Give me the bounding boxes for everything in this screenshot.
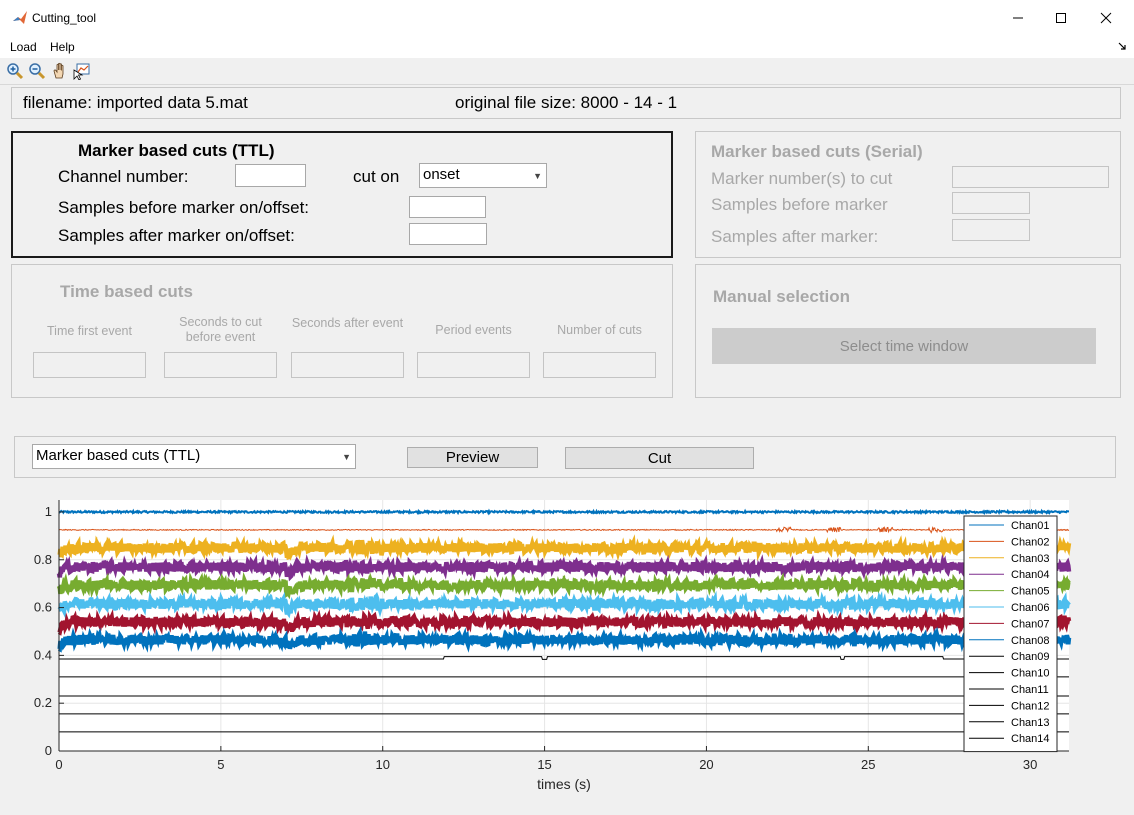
period-events-label: Period events xyxy=(435,323,512,337)
toolbar xyxy=(0,58,1134,85)
serial-samples-before-input[interactable] xyxy=(952,192,1030,214)
y-tick-label: 0.6 xyxy=(34,600,52,615)
samples-after-label: Samples after marker on/offset: xyxy=(58,226,295,245)
legend-entry: Chan07 xyxy=(1011,618,1050,630)
marker-numbers-input[interactable] xyxy=(952,166,1109,188)
dock-arrow-icon[interactable] xyxy=(1118,42,1126,50)
menu-load[interactable]: Load xyxy=(10,40,37,54)
samples-before-input[interactable] xyxy=(409,196,486,218)
cut-on-value: onset xyxy=(423,166,460,183)
x-tick-label: 0 xyxy=(55,757,62,772)
period-events-input[interactable] xyxy=(417,352,530,378)
seconds-before-input[interactable] xyxy=(164,352,277,378)
channel-number-label: Channel number: xyxy=(58,167,189,186)
legend-entry: Chan11 xyxy=(1011,684,1049,696)
marker-numbers-label: Marker number(s) to cut xyxy=(711,169,893,188)
serial-panel-title: Marker based cuts (Serial) xyxy=(711,142,923,161)
time-first-event-label: Time first event xyxy=(47,324,132,338)
x-tick-label: 20 xyxy=(699,757,713,772)
y-tick-label: 0.4 xyxy=(34,647,52,662)
y-tick-label: 1 xyxy=(45,504,52,519)
cut-on-select[interactable]: onset ▼ xyxy=(419,163,547,188)
maximize-icon xyxy=(1056,13,1066,23)
x-tick-label: 5 xyxy=(217,757,224,772)
y-tick-label: 0.2 xyxy=(34,695,52,710)
cut-method-value: Marker based cuts (TTL) xyxy=(36,447,201,464)
number-of-cuts-label: Number of cuts xyxy=(557,323,642,337)
close-button[interactable] xyxy=(1083,0,1129,36)
data-cursor-icon[interactable] xyxy=(73,62,91,80)
chevron-down-icon: ▼ xyxy=(342,451,351,462)
number-of-cuts-input[interactable] xyxy=(543,352,656,378)
samples-before-label: Samples before marker on/offset: xyxy=(58,198,310,217)
legend: Chan01 Chan02 Chan03 Chan04 Chan05 Chan06 Chan… xyxy=(963,515,1058,753)
window-title: Cutting_tool xyxy=(32,11,97,25)
maximize-button[interactable] xyxy=(1038,0,1084,36)
cut-on-label: cut on xyxy=(353,167,400,186)
preview-button[interactable]: Preview xyxy=(407,447,538,468)
legend-entry: Chan02 xyxy=(1011,536,1050,548)
serial-samples-before-label: Samples before marker xyxy=(711,195,888,214)
minimize-icon xyxy=(1013,17,1023,19)
menu-bar xyxy=(0,36,1134,58)
pan-hand-icon[interactable] xyxy=(51,62,69,80)
y-tick-label: 0.8 xyxy=(34,552,52,567)
minimize-button[interactable] xyxy=(995,0,1041,36)
serial-samples-after-label: Samples after marker: xyxy=(711,227,879,246)
manual-panel-title: Manual selection xyxy=(713,287,850,306)
time-panel-title: Time based cuts xyxy=(60,282,193,301)
zoom-out-icon[interactable] xyxy=(28,62,46,80)
x-axis-label: times (s) xyxy=(537,776,591,792)
signal-plot[interactable]: 0 5 10 15 20 25 3000.20.40.60.81 Chan01Chan02C… xyxy=(0,490,1134,810)
filesize-label: original file size: 8000 - 14 - 1 xyxy=(455,93,678,112)
legend-entry: Chan03 xyxy=(1011,553,1050,565)
cut-button[interactable]: Cut xyxy=(565,447,754,469)
matlab-logo-icon xyxy=(13,11,27,24)
title-bar xyxy=(0,0,1134,36)
x-tick-label: 15 xyxy=(537,757,551,772)
legend-entry: Chan06 xyxy=(1011,602,1050,614)
legend-entry: Chan12 xyxy=(1011,700,1050,712)
menu-help[interactable]: Help xyxy=(50,40,75,54)
zoom-in-icon[interactable] xyxy=(6,62,24,80)
seconds-before-label: Seconds to cut before event xyxy=(179,315,262,344)
x-tick-label: 25 xyxy=(861,757,875,772)
x-tick-label: 30 xyxy=(1023,757,1037,772)
samples-after-input[interactable] xyxy=(409,223,487,245)
series-line-chan01 xyxy=(58,508,1069,516)
close-icon xyxy=(1100,12,1112,24)
cut-method-select[interactable]: Marker based cuts (TTL) ▼ xyxy=(32,444,356,469)
legend-entry: Chan05 xyxy=(1011,586,1050,598)
legend-entry: Chan08 xyxy=(1011,635,1050,647)
legend-entry: Chan09 xyxy=(1011,651,1050,663)
legend-entry: Chan14 xyxy=(1011,733,1050,745)
legend-entry: Chan10 xyxy=(1011,668,1050,680)
seconds-after-input[interactable] xyxy=(291,352,404,378)
seconds-after-label: Seconds after event xyxy=(291,316,404,330)
chevron-down-icon: ▼ xyxy=(533,170,542,181)
legend-entry: Chan04 xyxy=(1011,569,1050,581)
time-first-event-input[interactable] xyxy=(33,352,146,378)
channel-number-input[interactable] xyxy=(235,164,306,187)
ttl-panel-title: Marker based cuts (TTL) xyxy=(78,141,275,160)
filename-label: filename: imported data 5.mat xyxy=(23,93,248,112)
legend-entry: Chan13 xyxy=(1011,717,1050,729)
legend-entry: Chan01 xyxy=(1011,520,1050,532)
x-tick-label: 10 xyxy=(375,757,389,772)
y-tick-label: 0 xyxy=(45,743,52,758)
serial-samples-after-input[interactable] xyxy=(952,219,1030,241)
select-time-window-button[interactable]: Select time window xyxy=(712,328,1096,364)
